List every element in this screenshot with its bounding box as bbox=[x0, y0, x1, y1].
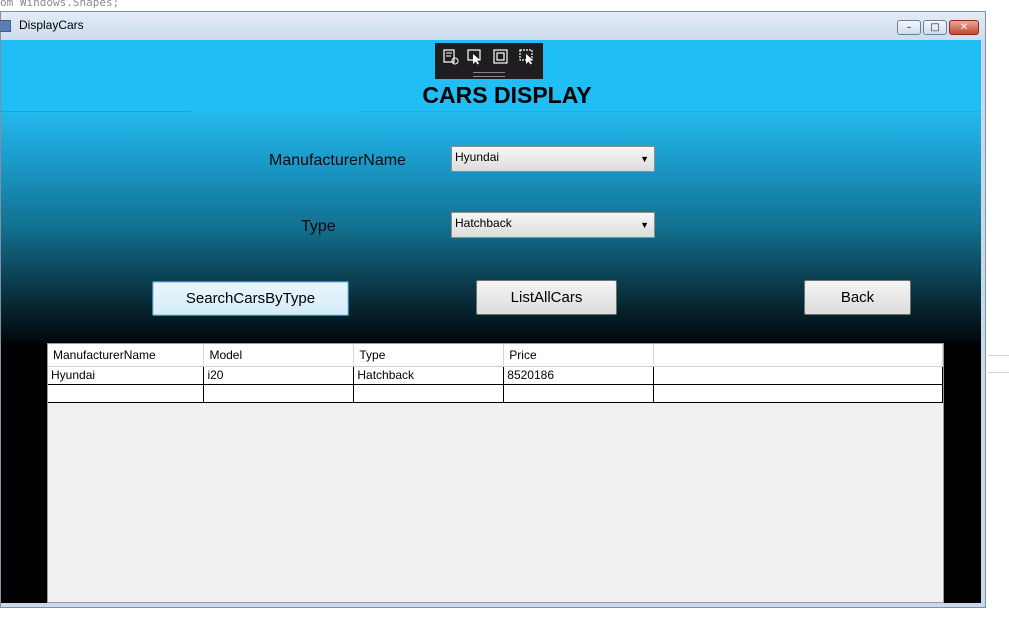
table-row[interactable]: Hyundai i20 Hatchback 8520186 bbox=[48, 366, 943, 385]
header-banner: CARS DISPLAY bbox=[1, 40, 981, 113]
header-divider bbox=[1, 111, 191, 112]
title-bar[interactable]: DisplayCars – □ ✕ bbox=[0, 12, 985, 40]
table-cell-filler bbox=[653, 384, 943, 403]
back-button[interactable]: Back bbox=[804, 280, 911, 315]
pointer-icon[interactable] bbox=[467, 49, 483, 65]
table-header-row: ManufacturerName Model Type Price bbox=[48, 344, 943, 367]
table-cell[interactable]: Hatchback bbox=[353, 366, 505, 385]
close-icon: ✕ bbox=[959, 22, 969, 33]
type-selected-value: Hatchback bbox=[455, 216, 512, 230]
table-cell[interactable] bbox=[48, 384, 205, 403]
displaycars-window: DisplayCars – □ ✕ CARS DISPLAY Manufactu… bbox=[0, 11, 986, 608]
search-cars-by-type-button[interactable]: SearchCarsByType bbox=[152, 281, 349, 316]
maximize-icon: □ bbox=[930, 22, 940, 33]
window-content: CARS DISPLAY ManufacturerName Hyundai ▼ … bbox=[1, 40, 981, 603]
minimize-button[interactable]: – bbox=[897, 20, 921, 35]
cars-table: ManufacturerName Model Type Price Hyunda… bbox=[48, 344, 943, 403]
table-cell[interactable]: 8520186 bbox=[503, 366, 655, 385]
toolbar-drag-handle[interactable] bbox=[473, 72, 505, 77]
track-focus-icon[interactable] bbox=[519, 49, 535, 65]
list-all-cars-button[interactable]: ListAllCars bbox=[476, 280, 617, 315]
debug-toolbar bbox=[435, 43, 543, 79]
minimize-icon: – bbox=[906, 22, 912, 33]
column-header-manufacturername[interactable]: ManufacturerName bbox=[48, 344, 205, 367]
select-element-icon[interactable] bbox=[443, 49, 459, 65]
column-header-type[interactable]: Type bbox=[353, 344, 505, 367]
background-divider bbox=[988, 372, 1009, 373]
table-cell-filler bbox=[653, 366, 943, 385]
maximize-button[interactable]: □ bbox=[923, 20, 947, 35]
cars-datagrid[interactable]: ManufacturerName Model Type Price Hyunda… bbox=[47, 343, 944, 603]
close-button[interactable]: ✕ bbox=[949, 20, 979, 35]
manufacturer-selected-value: Hyundai bbox=[455, 150, 500, 164]
column-header-price[interactable]: Price bbox=[503, 344, 655, 367]
column-header-filler bbox=[653, 344, 943, 367]
search-form-panel: ManufacturerName Hyundai ▼ Type Hatchbac… bbox=[1, 113, 981, 343]
table-cell[interactable] bbox=[503, 384, 655, 403]
manufacturer-label: ManufacturerName bbox=[269, 152, 406, 169]
layout-adorner-icon[interactable] bbox=[493, 49, 509, 65]
table-cell[interactable]: Hyundai bbox=[48, 366, 205, 385]
table-cell[interactable] bbox=[203, 384, 355, 403]
column-header-model[interactable]: Model bbox=[203, 344, 355, 367]
manufacturer-combobox[interactable]: Hyundai ▼ bbox=[451, 146, 655, 172]
window-title: DisplayCars bbox=[19, 18, 84, 32]
type-combobox[interactable]: Hatchback ▼ bbox=[451, 212, 655, 238]
header-divider bbox=[361, 111, 981, 112]
type-label: Type bbox=[301, 218, 336, 235]
chevron-down-icon: ▼ bbox=[640, 154, 649, 164]
page-title: CARS DISPLAY bbox=[422, 82, 592, 108]
window-controls: – □ ✕ bbox=[895, 20, 979, 35]
table-cell[interactable] bbox=[353, 384, 505, 403]
table-cell[interactable]: i20 bbox=[203, 366, 355, 385]
background-divider bbox=[988, 355, 1009, 356]
table-row-new[interactable] bbox=[48, 384, 943, 403]
app-icon bbox=[0, 20, 11, 32]
chevron-down-icon: ▼ bbox=[640, 220, 649, 230]
